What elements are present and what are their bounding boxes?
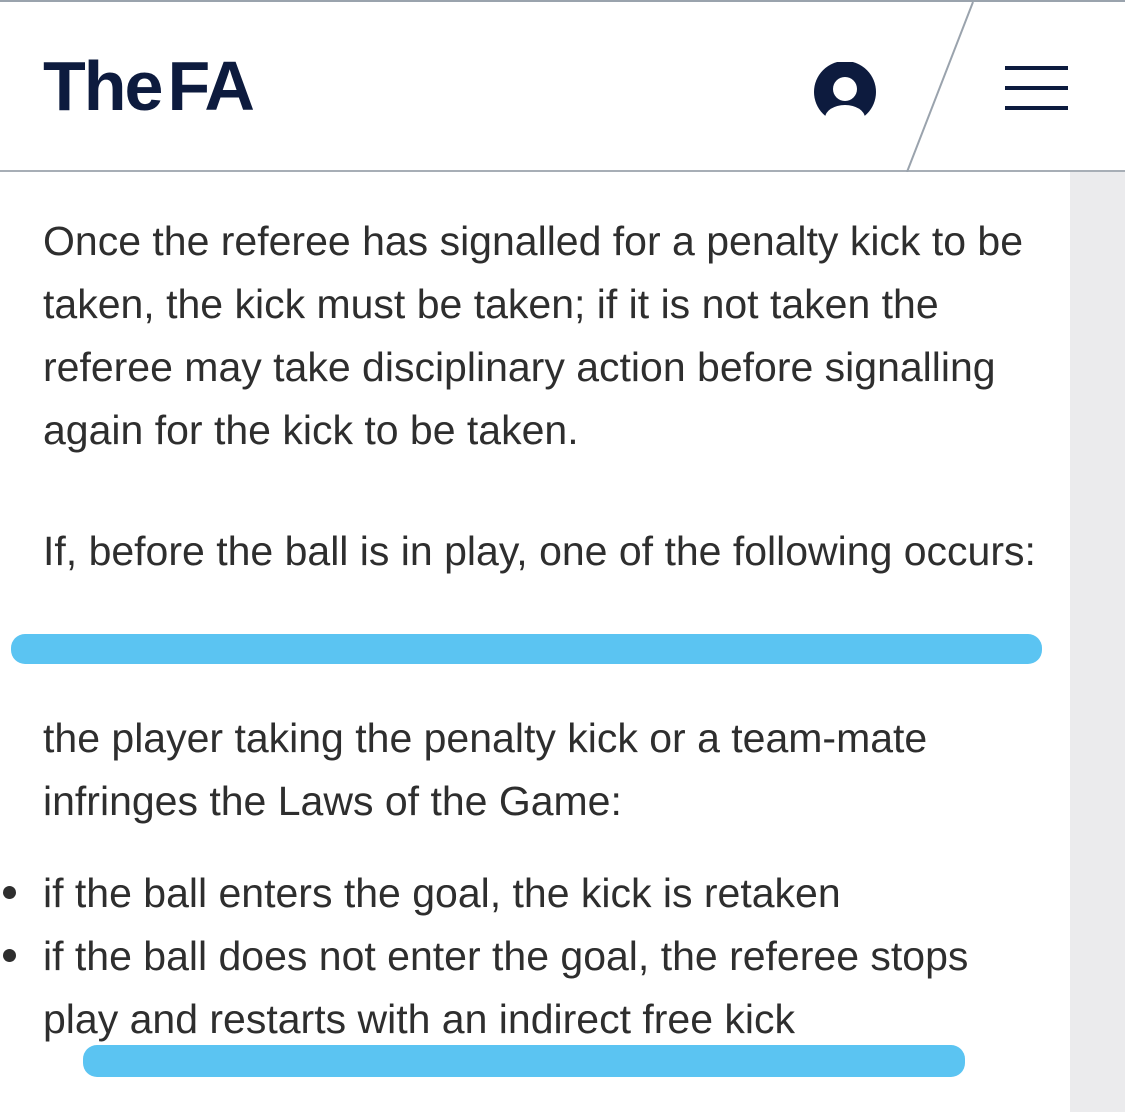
list-item: if the ball does not enter the goal, the… xyxy=(3,925,1043,1051)
the-fa-logo[interactable]: TheFA xyxy=(43,46,255,126)
bullet-icon xyxy=(3,886,16,899)
bullet-list: if the ball enters the goal, the kick is… xyxy=(3,862,1043,1051)
list-item-text: if the ball enters the goal, the kick is… xyxy=(43,870,841,916)
list-item-text: if the ball does not enter the goal, the… xyxy=(43,933,969,1042)
scrollbar-track[interactable] xyxy=(1070,172,1125,1112)
site-header: TheFA xyxy=(0,2,1125,172)
list-item: if the ball enters the goal, the kick is… xyxy=(3,862,1043,925)
logo-fa-text: FA xyxy=(167,47,254,125)
paragraph: If, before the ball is in play, one of t… xyxy=(43,528,1036,574)
user-account-icon xyxy=(814,62,876,118)
highlight-mark xyxy=(11,634,1042,664)
account-button[interactable] xyxy=(812,62,878,122)
logo-the-text: The xyxy=(43,47,163,125)
menu-button[interactable] xyxy=(1000,60,1072,116)
paragraph: Once the referee has signalled for a pen… xyxy=(43,218,1024,453)
paragraph: the player taking the penalty kick or a … xyxy=(43,715,928,824)
hamburger-menu-icon xyxy=(1005,66,1068,110)
header-divider-slash xyxy=(906,2,974,172)
bullet-icon xyxy=(3,949,16,962)
